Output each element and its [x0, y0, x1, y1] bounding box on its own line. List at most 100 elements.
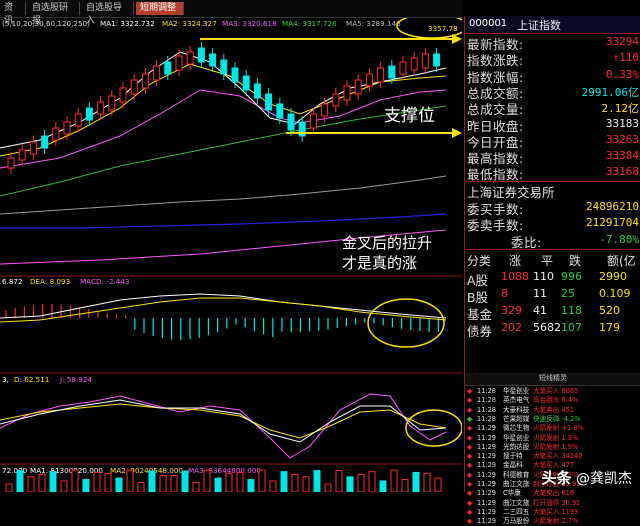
volume-bar	[225, 472, 233, 492]
quote-header: 000001 上证指数	[465, 16, 640, 34]
alert-row[interactable]: ◆ 11:29 搜于特 大笔买入 34240	[465, 452, 640, 461]
volume-bar	[126, 469, 134, 492]
volume-bar	[137, 481, 145, 492]
candle-body	[119, 87, 127, 103]
volume-bar	[423, 472, 431, 492]
market-cell: 107	[561, 321, 582, 334]
stock-chart-area[interactable]: (5,10,20,30,60,120,250) MA1: 3322.732 MA…	[0, 18, 462, 492]
alert-marker-icon: ◆	[467, 396, 473, 405]
alert-row[interactable]: ◆ 11:29 C华康 大笔卖出 616	[465, 489, 640, 498]
candle-body	[41, 135, 49, 149]
order-row: 委比: -7.80%	[465, 232, 640, 250]
candle-body	[410, 57, 418, 71]
alert-action: 火箭发射 1.9%	[533, 442, 579, 451]
alert-action: 打开涨停 20.92	[533, 498, 581, 507]
alert-stock: 曲江文旅	[503, 498, 530, 507]
alert-row[interactable]: ◆ 11:29 二三四五 大笔买入 1193	[465, 508, 640, 517]
alert-row[interactable]: ◆ 11:29 光韵达股 火箭发射 1.9%	[465, 443, 640, 452]
market-cell: 11	[533, 287, 547, 300]
tab-short-term-adjust[interactable]: 短期调整	[136, 2, 184, 15]
alert-marker-icon: ◆	[467, 433, 473, 442]
market-cell: 1088	[501, 270, 529, 283]
quote-value: 2.12亿	[601, 102, 640, 116]
alert-row[interactable]: ◆ 11:29 万马股份 火箭发射 2.7%	[465, 517, 640, 526]
volume-bar	[368, 471, 376, 492]
market-row: A股 1088 110 996 2990	[465, 269, 640, 288]
volume-bar	[434, 477, 442, 492]
alert-action: 火箭发射 +1.8%	[533, 424, 584, 433]
market-cell: 25	[561, 287, 575, 300]
alert-row[interactable]: ◆ 11:29 华星创业 火箭发射 1.3%	[465, 434, 640, 443]
quote-row: 今日开盘: 33263	[465, 132, 640, 150]
volume-bar	[170, 475, 178, 492]
tab-watchlist-reports[interactable]: 自选股研报	[28, 2, 80, 26]
alert-stock: 万马股份	[503, 517, 530, 526]
market-cell: 179	[599, 321, 620, 334]
ma1-legend: MA1: 3322.732	[100, 19, 155, 28]
quote-row: 最新指数: 33294	[465, 34, 640, 52]
alert-stock: 大豪科技	[503, 405, 530, 414]
tab-news[interactable]: 资讯	[0, 2, 26, 26]
market-header-cell: 跌	[569, 254, 582, 268]
volume-bar	[82, 479, 90, 492]
volume-bar	[247, 479, 255, 492]
quote-row: 指数涨幅: 0.33%	[465, 67, 640, 85]
tab-watchlist-import[interactable]: 自选股导入	[82, 2, 134, 26]
alert-stock: 搜于特	[503, 452, 523, 461]
market-cell: 债券	[467, 324, 493, 339]
volume-bar	[302, 476, 310, 492]
candle-body	[164, 61, 172, 75]
market-row: B股 8 11 25 0.109	[465, 286, 640, 305]
alert-row[interactable]: ◆ 11:28 大豪科技 大笔卖出 451	[465, 406, 640, 415]
order-value: 24896210	[586, 200, 639, 213]
alert-stock: 华星创业	[503, 433, 530, 442]
volume-bar	[324, 483, 332, 492]
alert-stock: 华星创业	[503, 387, 530, 395]
alert-marker-icon: ◆	[467, 424, 473, 433]
quote-panel: 000001 上证指数 最新指数: 33294 指数涨跌: ↑110 指数涨幅: 0.33…	[464, 16, 640, 525]
market-header-row: 分类 涨 平 跌 额(亿	[465, 251, 640, 268]
alert-action: 大笔卖出 616	[533, 489, 575, 498]
candle-body	[18, 149, 26, 161]
market-row: 债券 202 5682 107 179	[465, 320, 640, 339]
candle-body	[265, 93, 273, 111]
macd-dea-line	[0, 297, 447, 323]
volume-bar	[192, 481, 200, 492]
candle-body	[141, 73, 149, 89]
alert-time: 11:28	[477, 387, 497, 395]
candle-body	[276, 103, 284, 119]
quote-row: 指数涨跌: ↑110	[465, 50, 640, 68]
volume-bar	[148, 470, 156, 492]
alert-marker-icon: ◆	[467, 405, 473, 414]
alert-marker-icon: ◆	[467, 387, 473, 395]
candle-body	[433, 53, 441, 67]
volume-bar	[269, 480, 277, 492]
volume-bar	[60, 480, 68, 492]
order-row: 委卖手数: 21291704	[465, 215, 640, 233]
alert-action: 大笔卖出 451	[533, 405, 575, 414]
market-cell: 996	[561, 270, 582, 283]
alert-stock: 英杰电气	[503, 396, 530, 405]
alert-row[interactable]: ◆ 11:28 华星创业 大笔买入 8085	[465, 387, 640, 396]
toutiao-logo: 头条	[541, 469, 572, 487]
alert-row[interactable]: ◆ 11:28 英杰电气 高台跳水 6.4%	[465, 396, 640, 405]
golden-cross-annotation-line1: 金叉后的拉升	[342, 234, 432, 252]
candle-body	[209, 53, 217, 67]
volume-bar	[16, 470, 24, 492]
alert-time: 11:29	[477, 442, 497, 451]
macd-value-legend: MACD: -2.443	[80, 277, 129, 286]
alert-row[interactable]: ◆ 11:28 芒果超媒 快速反弹 -4.2%	[465, 415, 640, 424]
alert-row[interactable]: ◆ 11:29 曲江文旅 打开涨停 20.92	[465, 499, 640, 508]
alert-row[interactable]: ◆ 11:29 微芯生物 火箭发射 +1.8%	[465, 424, 640, 433]
alert-stock: C华康	[503, 489, 521, 498]
candle-body	[197, 47, 205, 63]
volume-bar	[203, 469, 211, 492]
candle-body	[85, 107, 93, 121]
volume-bar	[93, 471, 101, 492]
ma4-legend: MA4: 3317.726	[282, 19, 337, 28]
market-header-cell: 额(亿	[607, 254, 636, 268]
volume-bar	[258, 469, 266, 492]
alert-stock: 光韵达股	[503, 442, 530, 451]
volume-bar	[49, 471, 57, 492]
alert-time: 11:29	[477, 433, 497, 442]
